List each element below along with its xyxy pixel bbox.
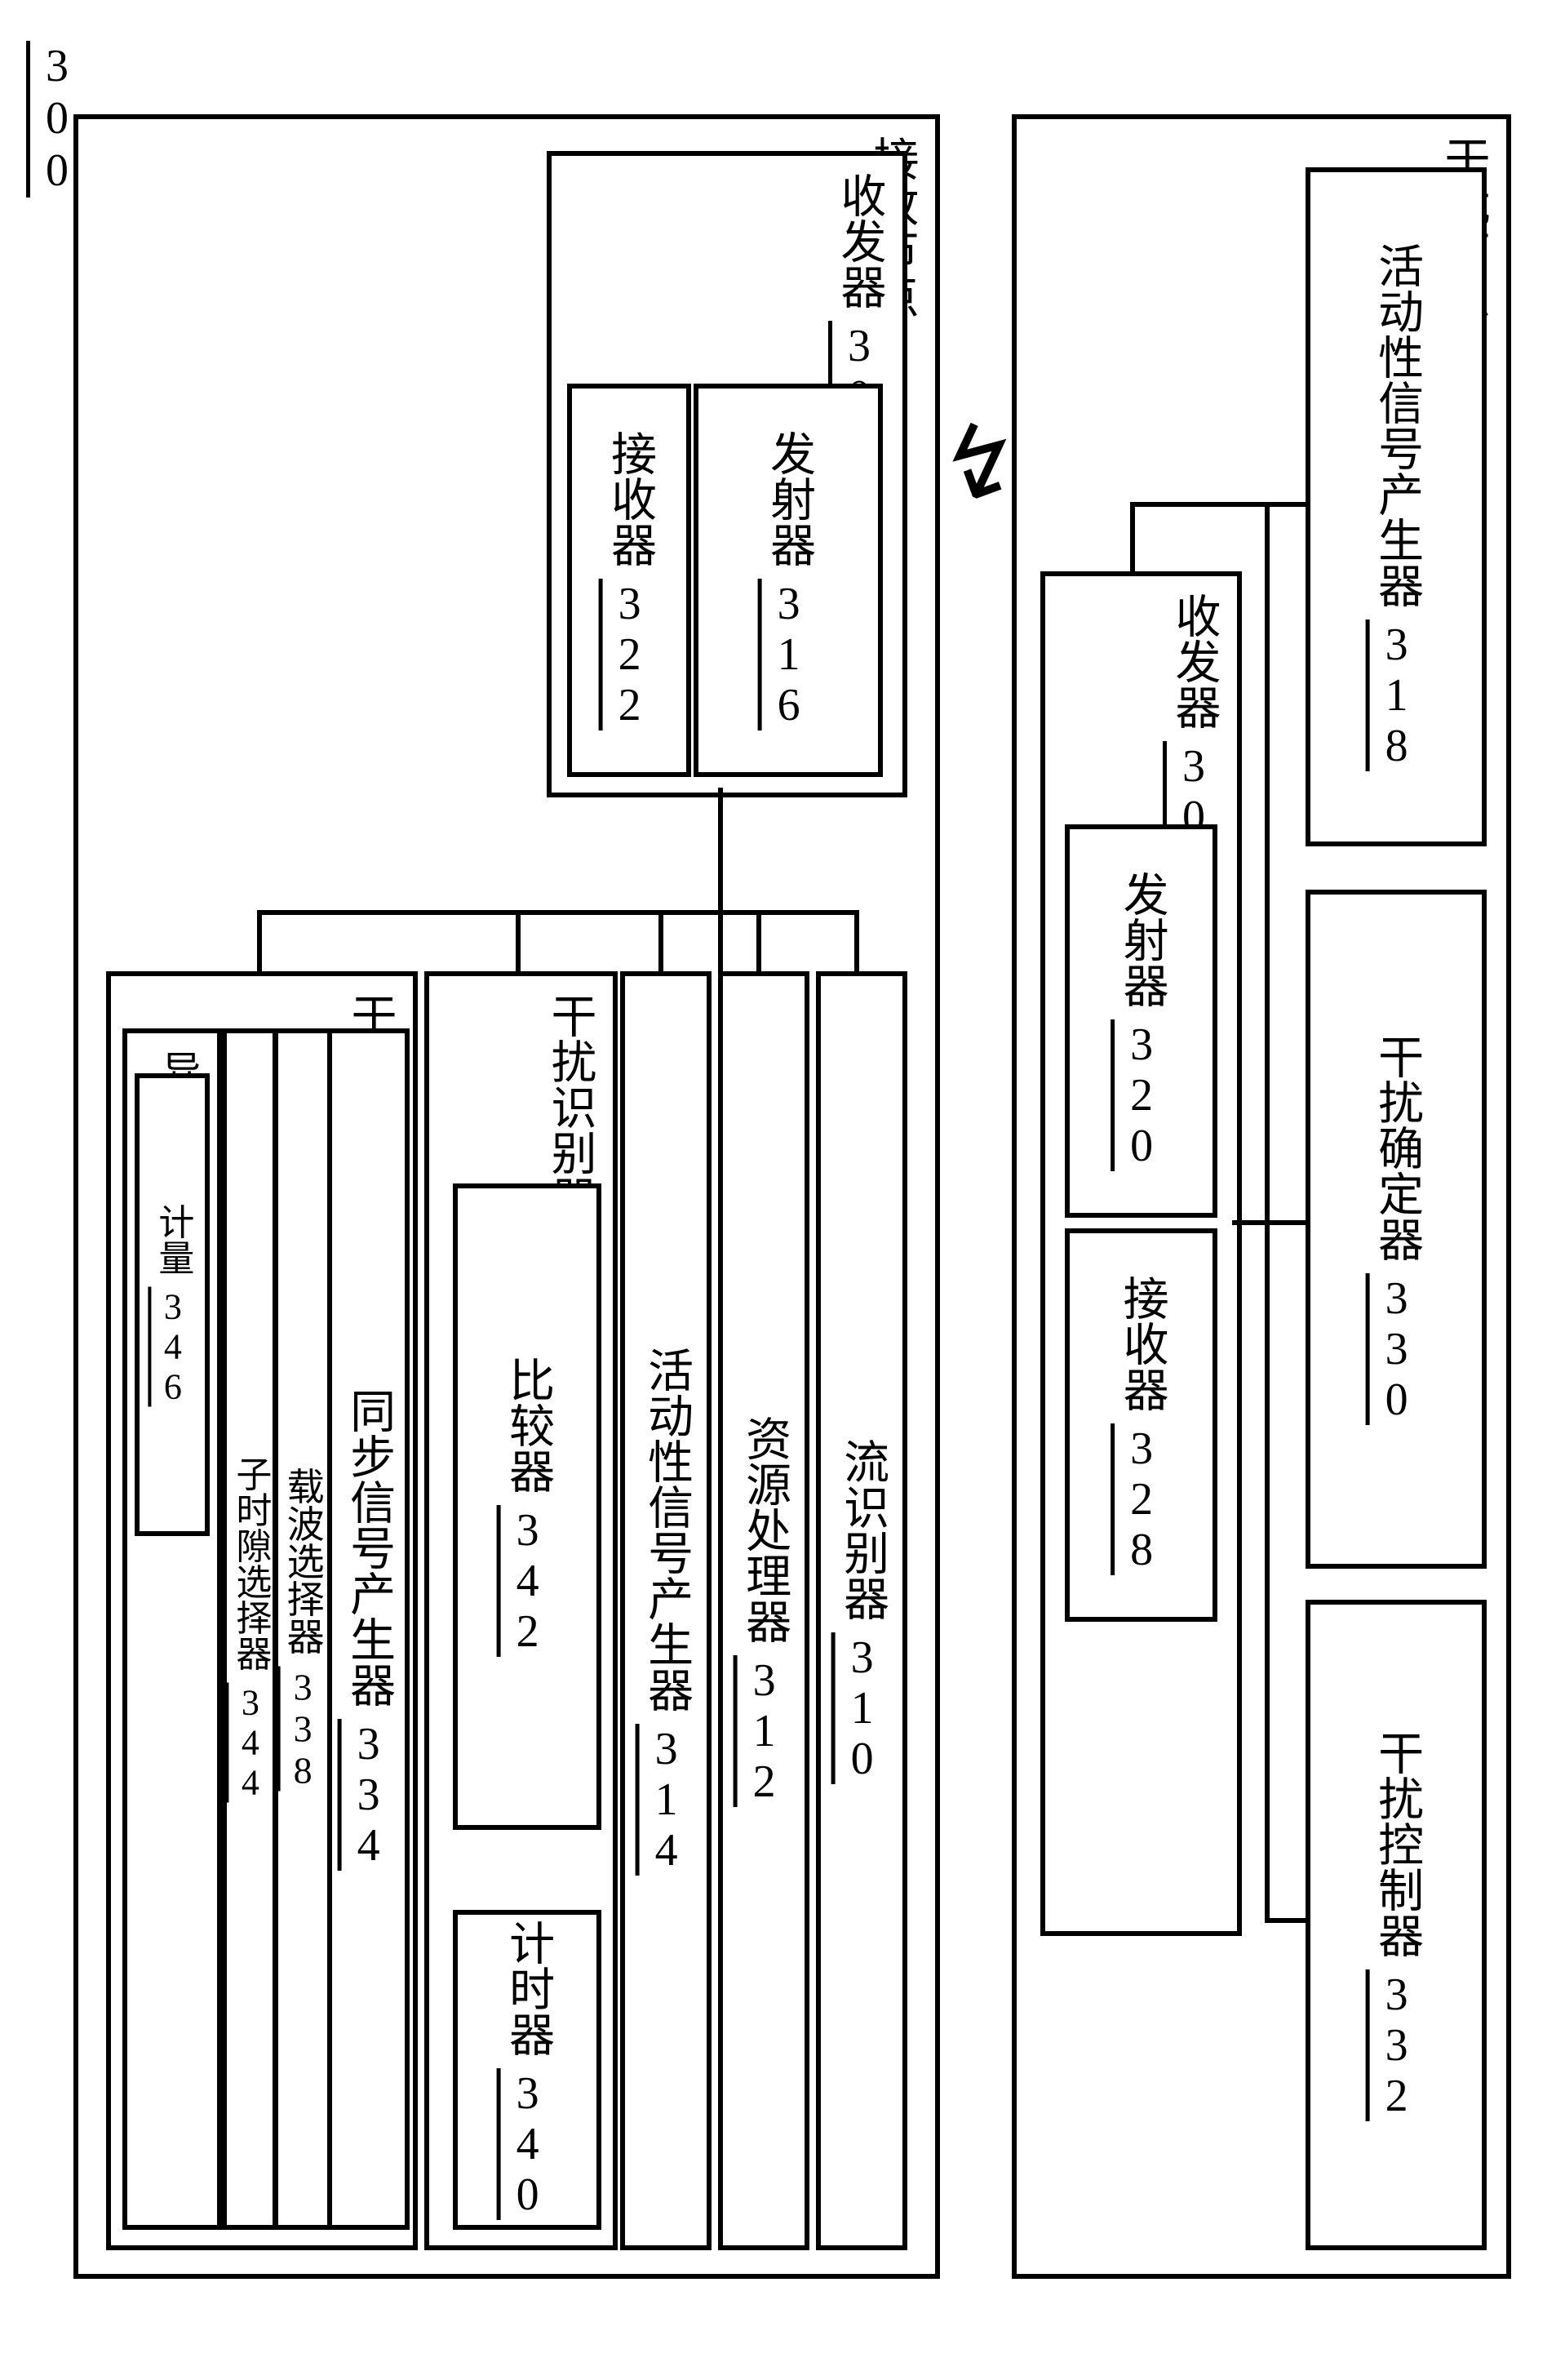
resource-processor-box: 资源处理器 312 bbox=[718, 971, 809, 2250]
recv-drop-310 bbox=[854, 910, 859, 971]
intf-drop-332 bbox=[1265, 1918, 1310, 1923]
intf-drop-318 bbox=[1265, 502, 1310, 507]
carrier-selector-box: 载波选择器 338 bbox=[273, 1028, 332, 2230]
subslot-selector-box: 子时隙选择器 344 bbox=[222, 1028, 277, 2230]
intf-activity-gen-label: 活动性信号产生器 318 bbox=[1368, 242, 1423, 771]
recv-transmitter-label: 发射器 316 bbox=[760, 430, 815, 730]
flow-identifier-label: 流识别器 310 bbox=[834, 1438, 889, 1784]
recv-bus-main bbox=[718, 788, 723, 971]
resource-processor-label: 资源处理器 312 bbox=[736, 1415, 791, 1807]
recv-drop-324 bbox=[516, 910, 521, 971]
intf-receiver-box: 接收器 328 bbox=[1065, 1228, 1217, 1622]
intf-transmitter-box: 发射器 320 bbox=[1065, 824, 1217, 1218]
carrier-selector-label: 载波选择器 338 bbox=[280, 1468, 325, 1792]
recv-activity-gen-label: 活动性信号产生器 314 bbox=[638, 1347, 693, 1876]
diagram-page: 300 接收节点 302 收发器 308 发射器 316 接收器 322 流识别… bbox=[0, 0, 1565, 2380]
intf-determiner-label: 干扰确定器 330 bbox=[1368, 1033, 1423, 1425]
intf-activity-gen-box: 活动性信号产生器 318 bbox=[1306, 167, 1487, 846]
timer-label: 计时器 340 bbox=[499, 1920, 554, 2220]
recv-hbus bbox=[257, 910, 857, 915]
recv-transmitter-box: 发射器 316 bbox=[694, 384, 883, 777]
sync-signal-gen-box: 同步信号产生器 334 bbox=[326, 1028, 410, 2230]
recv-drop-314 bbox=[658, 910, 663, 971]
intf-vbus bbox=[1265, 502, 1270, 1922]
timer-box: 计时器 340 bbox=[453, 1910, 601, 2230]
recv-activity-gen-box: 活动性信号产生器 314 bbox=[620, 971, 712, 2250]
recv-receiver-label: 接收器 322 bbox=[601, 430, 656, 730]
intf-hlink bbox=[1232, 1220, 1310, 1225]
recv-receiver-box: 接收器 322 bbox=[567, 384, 691, 777]
intf-to-306-v bbox=[1130, 502, 1135, 575]
intf-controller-label: 干扰控制器 332 bbox=[1368, 1729, 1423, 2121]
comparator-label: 比较器 342 bbox=[499, 1357, 554, 1657]
recv-drop-326 bbox=[257, 910, 262, 971]
metric-label: 计量 346 bbox=[151, 1203, 194, 1406]
comparator-box: 比较器 342 bbox=[453, 1183, 601, 1830]
recv-drop-312 bbox=[756, 910, 761, 971]
intf-transmitter-label: 发射器 320 bbox=[1114, 871, 1168, 1171]
subslot-selector-label: 子时隙选择器 344 bbox=[228, 1456, 272, 1803]
metric-box: 计量 346 bbox=[135, 1073, 210, 1536]
sync-signal-gen-label: 同步信号产生器 334 bbox=[340, 1388, 395, 1871]
intf-receiver-label: 接收器 328 bbox=[1114, 1275, 1168, 1575]
intf-to-306-h bbox=[1130, 502, 1269, 507]
flow-identifier-box: 流识别器 310 bbox=[816, 971, 907, 2250]
intf-controller-box: 干扰控制器 332 bbox=[1306, 1600, 1487, 2250]
intf-determiner-box: 干扰确定器 330 bbox=[1306, 890, 1487, 1569]
